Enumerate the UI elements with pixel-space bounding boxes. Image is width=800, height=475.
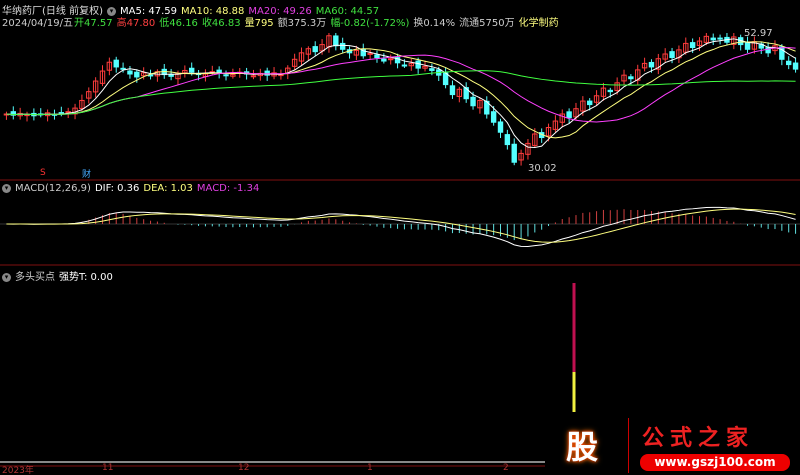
candle-body [65,111,71,114]
candle-body [120,67,126,70]
dif-line [6,206,796,248]
candle-body [628,76,634,80]
candle-body [381,58,387,62]
candle-body [786,60,792,66]
finance-marker[interactable]: 财 [82,167,91,180]
volume: 量795 [244,18,274,29]
high-price-label: 52.97 [744,28,773,39]
turnover: 换0.14% [413,18,456,29]
macd-value: MACD: -1.34 [196,183,260,194]
date: 2024/04/19/五 [2,18,74,29]
indicator-value: 强势T: 0.00 [59,272,113,283]
sector[interactable]: 化学制药 [519,18,559,29]
candle-body [58,112,65,115]
candle-body [587,100,593,106]
low: 低46.16 [159,18,198,29]
macd-title: MACD(12,26,9) [15,183,91,194]
candle-body [415,60,421,69]
candle-body [367,52,373,55]
candle-body [710,37,716,41]
candle-body [374,54,380,59]
candle-body [504,134,511,146]
candle-body [223,74,229,77]
signal-marker: S [40,168,46,178]
candle-body [333,35,339,47]
logo-name: 公式之家 [642,425,755,451]
low-price-label: 30.02 [528,163,557,174]
open: 开47.57 [74,18,113,29]
ma60-line [6,70,796,116]
candle-body [792,62,799,70]
candle-body [250,75,257,78]
candle-body [717,37,723,40]
ma20-line [6,47,796,123]
close: 收46.83 [201,18,241,29]
candle-body [189,67,195,73]
header-line2: 2024/04/19/五开47.57 高47.80 低46.16 收46.83 量795… [2,14,563,29]
candle-body [339,42,346,50]
candle-body [669,51,675,59]
stock-chart-window: 华纳药厂(日线 前复权) ▾ MA5: 47.59 MA10: 48.88 MA20: … [0,0,800,475]
candle-body [401,64,408,67]
logo-divider [628,418,629,473]
candle-body [127,70,133,75]
time-label: 2023年 [2,466,34,475]
time-label: 11 [102,463,114,473]
time-label: 1 [367,463,373,473]
candle-body [744,41,751,50]
macd-header: ▾ MACD(12,26,9) DIF: 0.36 DEA: 1.03 MACD: -1… [2,183,263,194]
candle-body [113,59,119,68]
time-label: 12 [238,463,250,473]
logo-url: www.gszj100.com [640,454,790,471]
candle-body [566,111,572,119]
candle-body [648,61,655,68]
dif-value: DIF: 0.36 [94,183,140,194]
candle-body [470,96,476,107]
candle-body [449,85,456,96]
float-shares: 流通5750万 [459,18,515,29]
high: 高47.80 [116,18,156,29]
candle-body [497,121,504,133]
watermark-logo: 股 公式之家 www.gszj100.com [556,418,800,475]
indicator-title: 多头买点 [15,272,55,283]
amount: 额375.3万 [277,18,327,29]
change: 幅-0.82(-1.72%) [330,18,410,29]
indicator-settings-icon[interactable]: ▾ [2,272,11,282]
candle-body [134,71,140,78]
indicator-header: ▾ 多头买点 强势T: 0.00 [2,268,117,283]
candle-body [388,58,394,61]
dea-line [6,208,796,243]
candle-body [216,69,222,74]
chart-canvas[interactable] [0,0,800,475]
candle-body [689,42,696,49]
candle-body [511,143,517,163]
candle-body [490,111,497,123]
candle-body [429,68,435,71]
candle-body [607,89,613,93]
macd-settings-icon[interactable]: ▾ [2,183,11,193]
dea-value: DEA: 1.03 [143,183,193,194]
time-label: 2 [503,463,509,473]
candle-body [312,46,318,53]
logo-char: 股 [566,428,599,466]
candle-body [168,73,174,77]
